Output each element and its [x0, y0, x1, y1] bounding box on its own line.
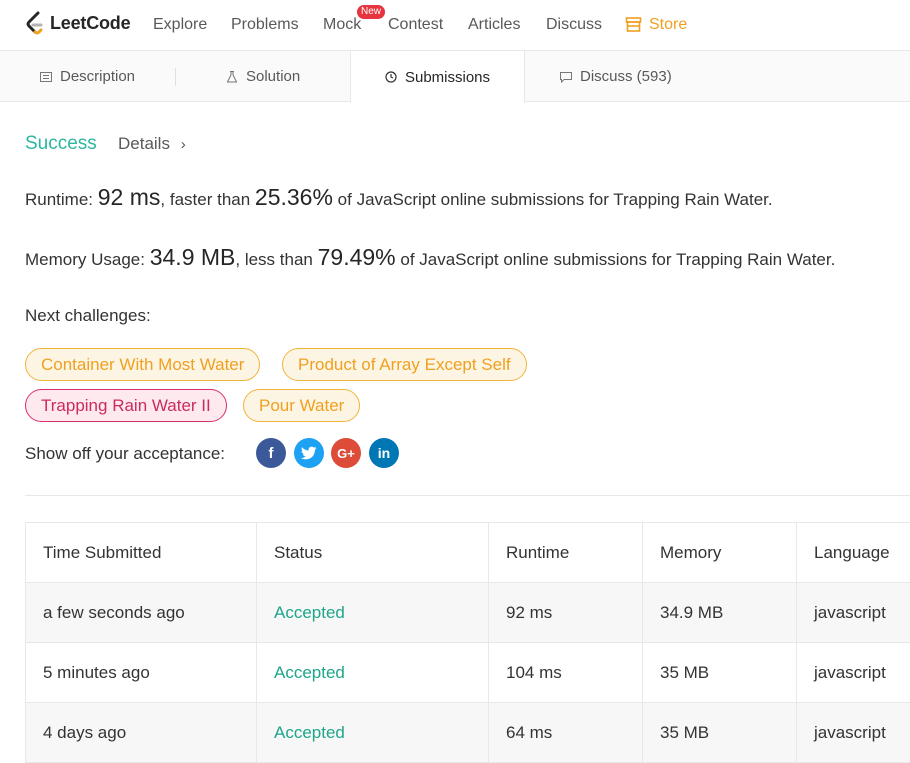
clock-icon	[385, 71, 397, 83]
flask-icon	[226, 70, 238, 82]
cell-time-submitted: a few seconds ago	[26, 583, 257, 643]
store-icon	[625, 17, 642, 32]
nav-contest[interactable]: Contest	[388, 16, 443, 34]
nav-store[interactable]: Store	[649, 16, 687, 34]
nav-explore[interactable]: Explore	[153, 16, 207, 34]
linkedin-icon[interactable]: in	[369, 438, 399, 468]
header-runtime[interactable]: Runtime	[489, 523, 643, 583]
header-memory[interactable]: Memory	[643, 523, 797, 583]
runtime-mid: , faster than	[160, 190, 251, 209]
cell-memory: 35 MB	[643, 703, 797, 763]
cell-status-link[interactable]: Accepted	[257, 583, 489, 643]
tab-solution[interactable]: Solution	[226, 51, 300, 102]
tab-submissions-label: Submissions	[404, 68, 491, 86]
challenge-pour-water[interactable]: Pour Water	[243, 389, 361, 422]
tab-discuss[interactable]: Discuss (593)	[560, 51, 672, 102]
nav-discuss[interactable]: Discuss	[546, 16, 602, 34]
top-navbar: LeetCode Explore Problems Mock New Conte…	[0, 0, 910, 51]
nav-mock[interactable]: Mock	[323, 16, 361, 34]
next-challenges-label: Next challenges:	[25, 306, 151, 325]
cell-status-link[interactable]: Accepted	[257, 703, 489, 763]
cell-runtime: 104 ms	[489, 643, 643, 703]
header-language[interactable]: Language	[797, 523, 910, 583]
details-label: Details	[118, 134, 170, 153]
tab-description[interactable]: Description	[40, 51, 135, 102]
runtime-tail: of JavaScript online submissions for Tra…	[337, 190, 773, 209]
cell-time-submitted: 4 days ago	[26, 703, 257, 763]
runtime-percentile: 25.36%	[254, 184, 333, 210]
problem-tabs: Description Solution Submissions Discuss…	[0, 51, 910, 103]
cell-runtime: 92 ms	[489, 583, 643, 643]
chevron-right-icon: ›	[180, 136, 186, 153]
tab-discuss-label: Discuss (593)	[580, 68, 672, 85]
section-divider	[25, 495, 910, 496]
new-badge: New	[357, 5, 386, 19]
nav-articles[interactable]: Articles	[468, 16, 520, 34]
table-row[interactable]: a few seconds ago Accepted 92 ms 34.9 MB…	[26, 583, 910, 643]
tab-description-label: Description	[60, 68, 136, 85]
header-status[interactable]: Status	[257, 523, 489, 583]
challenge-product-of-array-except-self[interactable]: Product of Array Except Self	[282, 348, 527, 381]
cell-runtime: 64 ms	[489, 703, 643, 763]
cell-status-link[interactable]: Accepted	[257, 643, 489, 703]
memory-tail: of JavaScript online submissions for Tra…	[400, 250, 836, 269]
header-time-submitted[interactable]: Time Submitted	[26, 523, 257, 583]
status-success: Success	[25, 133, 97, 154]
table-header-row: Time Submitted Status Runtime Memory Lan…	[26, 523, 910, 583]
runtime-stat: Runtime: 92 ms, faster than 25.36% of Ja…	[25, 184, 773, 211]
tab-divider	[175, 68, 176, 86]
table-row[interactable]: 5 minutes ago Accepted 104 ms 35 MB java…	[26, 643, 910, 703]
cell-language: javascript	[814, 663, 886, 682]
cell-memory: 34.9 MB	[643, 583, 797, 643]
runtime-value: 92 ms	[97, 184, 161, 210]
runtime-label: Runtime:	[25, 190, 94, 209]
cell-time-submitted: 5 minutes ago	[26, 643, 257, 703]
leetcode-logo[interactable]: LeetCode	[24, 10, 131, 36]
cell-language: javascript	[814, 723, 886, 742]
logo-text: LeetCode	[50, 12, 131, 33]
leetcode-logo-icon	[26, 11, 43, 35]
facebook-icon[interactable]: f	[256, 438, 286, 468]
memory-value: 34.9 MB	[149, 244, 236, 270]
submissions-table: Time Submitted Status Runtime Memory Lan…	[25, 522, 910, 763]
challenge-container-with-most-water[interactable]: Container With Most Water	[25, 348, 261, 381]
comment-icon	[560, 71, 572, 83]
cell-language: javascript	[814, 603, 886, 622]
memory-label: Memory Usage:	[25, 250, 145, 269]
memory-mid: , less than	[235, 250, 313, 269]
share-label: Show off your acceptance:	[25, 444, 226, 463]
cell-memory: 35 MB	[643, 643, 797, 703]
tab-submissions[interactable]: Submissions	[350, 51, 525, 103]
memory-stat: Memory Usage: 34.9 MB, less than 79.49% …	[25, 244, 835, 271]
challenge-trapping-rain-water-ii[interactable]: Trapping Rain Water II	[25, 389, 227, 422]
details-link[interactable]: Details ›	[118, 134, 186, 154]
google-plus-icon[interactable]: G+	[331, 438, 361, 468]
twitter-icon[interactable]	[294, 438, 324, 468]
description-icon	[40, 71, 52, 82]
tab-solution-label: Solution	[246, 68, 301, 85]
nav-problems[interactable]: Problems	[231, 16, 299, 34]
memory-percentile: 79.49%	[317, 244, 396, 270]
table-row[interactable]: 4 days ago Accepted 64 ms 35 MB javascri…	[26, 703, 910, 763]
